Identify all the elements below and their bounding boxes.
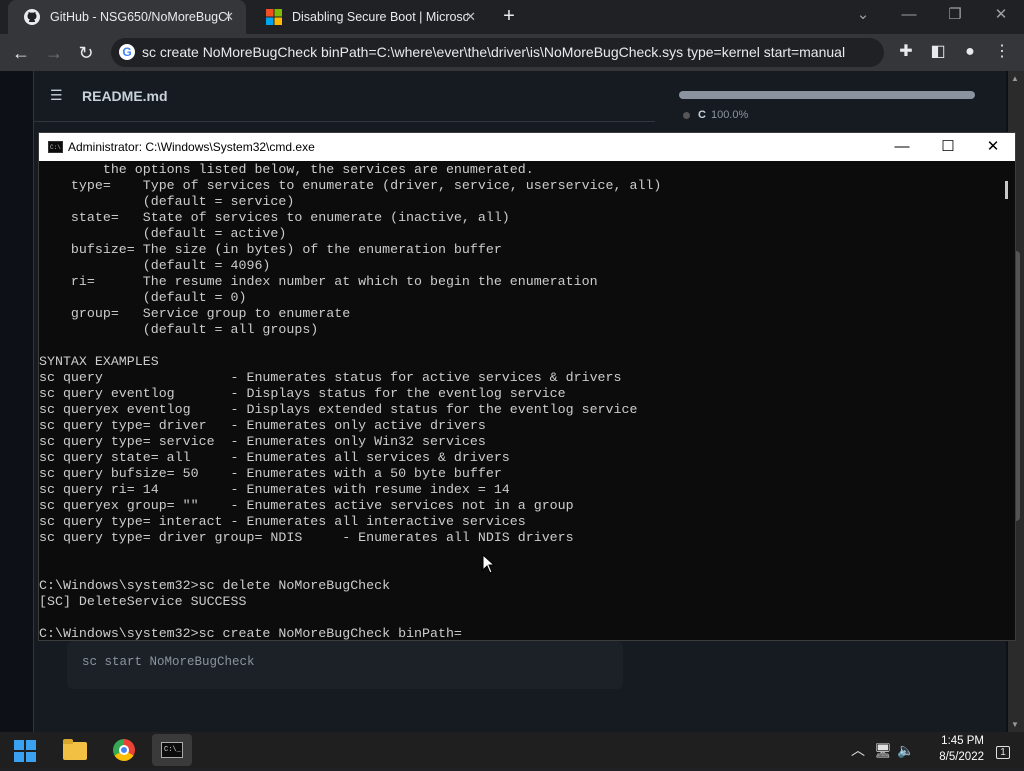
cmd-scrollbar[interactable] [1001,161,1015,640]
address-text[interactable]: sc create NoMoreBugCheck binPath=C:\wher… [142,38,845,67]
folder-icon [63,739,87,760]
cmd-taskbar-button[interactable]: C:\_ [152,734,192,766]
list-icon[interactable]: ☰ [50,87,63,104]
file-explorer-button[interactable] [55,734,95,766]
start-button[interactable] [2,734,42,766]
mouse-pointer-icon [482,554,496,574]
time: 1:45 PM [941,735,984,747]
language-item[interactable]: C 100.0% [683,109,748,121]
date: 8/5/2022 [939,751,984,763]
language-name: C [698,109,706,121]
chrome-taskbar-button[interactable] [104,734,144,766]
language-dot [683,111,690,119]
tab-title: Disabling Secure Boot | Microsoft [292,10,468,24]
browser-tab-strip: GitHub - NSG650/NoMoreBugCheck ✕ Disabli… [0,0,1024,34]
show-hidden-icons-icon[interactable]: ︿ [848,732,868,768]
close-tab-icon[interactable]: ✕ [465,9,476,25]
scroll-down-icon[interactable]: ▼ [1011,720,1019,729]
back-button[interactable]: ← [8,40,34,66]
cmd-scrollbar-thumb[interactable] [1005,181,1008,199]
cmd-title: Administrator: C:\Windows\System32\cmd.e… [68,140,315,154]
menu-icon[interactable]: ⋮ [990,40,1014,64]
tab-microsoft[interactable]: Disabling Secure Boot | Microsoft ✕ [250,0,488,34]
close-window-button[interactable]: ✕ [978,0,1024,32]
reload-button[interactable]: ↻ [73,40,99,66]
network-icon[interactable]: 🖥 [872,732,894,768]
tab-title: GitHub - NSG650/NoMoreBugCheck [50,10,230,24]
cmd-icon: C:\ [48,141,63,153]
minimize-button[interactable]: — [886,0,932,32]
extensions-icon[interactable]: ✚ [894,40,918,64]
chrome-icon [113,739,135,761]
address-bar[interactable]: G sc create NoMoreBugCheck binPath=C:\wh… [111,38,884,67]
cmd-minimize-button[interactable]: — [879,133,925,161]
notification-badge: 1 [996,746,1010,759]
notification-icon[interactable]: 1 [990,732,1016,768]
clock[interactable]: 1:45 PM 8/5/2022 [916,733,984,765]
restore-button[interactable]: ❐ [932,0,978,32]
console-output[interactable]: the options listed below, the services a… [39,161,999,640]
profile-icon[interactable]: ● [958,40,982,64]
console-text: the options listed below, the services a… [39,162,662,640]
github-icon [24,9,40,25]
language-percent: 100.0% [710,109,749,121]
google-icon: G [119,44,135,60]
forward-button[interactable]: → [41,40,67,66]
tab-search-icon[interactable]: ⌄ [840,0,886,32]
side-panel-icon[interactable]: ◧ [926,40,950,64]
scroll-up-icon[interactable]: ▲ [1011,74,1019,83]
readme-header: ☰ README.md [34,71,655,122]
cmd-app-icon: C:\_ [161,742,183,758]
close-tab-icon[interactable]: ✕ [223,9,234,25]
microsoft-icon [266,9,282,25]
browser-toolbar: ← → ↻ G sc create NoMoreBugCheck binPath… [0,34,1024,71]
cmd-close-button[interactable]: ✕ [970,133,1016,161]
cmd-maximize-button[interactable]: ☐ [925,133,971,161]
code-line: sc start NoMoreBugCheck [82,655,255,669]
new-tab-button[interactable]: + [497,4,521,28]
volume-icon[interactable]: 🔈 [896,732,916,768]
windows-logo-icon [14,740,36,762]
cmd-title-bar[interactable]: C:\ Administrator: C:\Windows\System32\c… [39,133,1015,161]
tab-github[interactable]: GitHub - NSG650/NoMoreBugCheck ✕ [8,0,246,34]
readme-title: README.md [82,88,168,104]
language-bar [679,91,975,99]
taskbar: C:\_ ︿ 🖥 🔈 1:45 PM 8/5/2022 1 [0,732,1024,768]
code-block: sc start NoMoreBugCheck [67,641,623,689]
cmd-window[interactable]: C:\ Administrator: C:\Windows\System32\c… [38,132,1016,641]
